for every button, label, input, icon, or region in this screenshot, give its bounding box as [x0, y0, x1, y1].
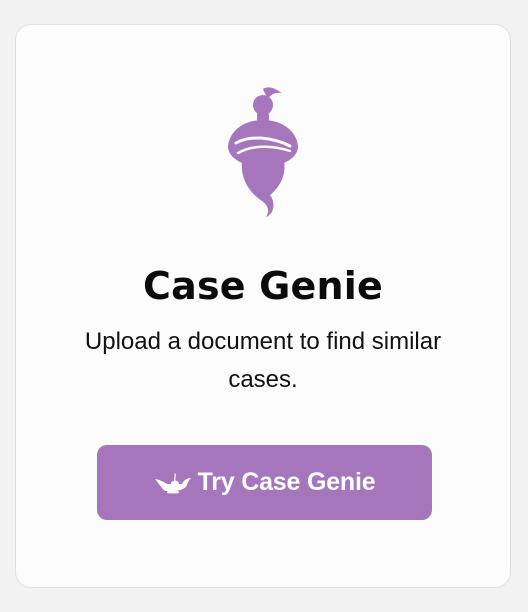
case-genie-card: Case Genie Upload a document to find sim…	[15, 24, 511, 588]
card-title: Case Genie	[143, 264, 383, 308]
try-case-genie-button[interactable]: Try Case Genie	[97, 445, 432, 520]
genie-icon	[220, 83, 306, 223]
try-case-genie-label: Try Case Genie	[197, 468, 376, 496]
magic-lamp-icon	[154, 472, 191, 493]
card-description: Upload a document to find similar cases.	[84, 328, 442, 393]
